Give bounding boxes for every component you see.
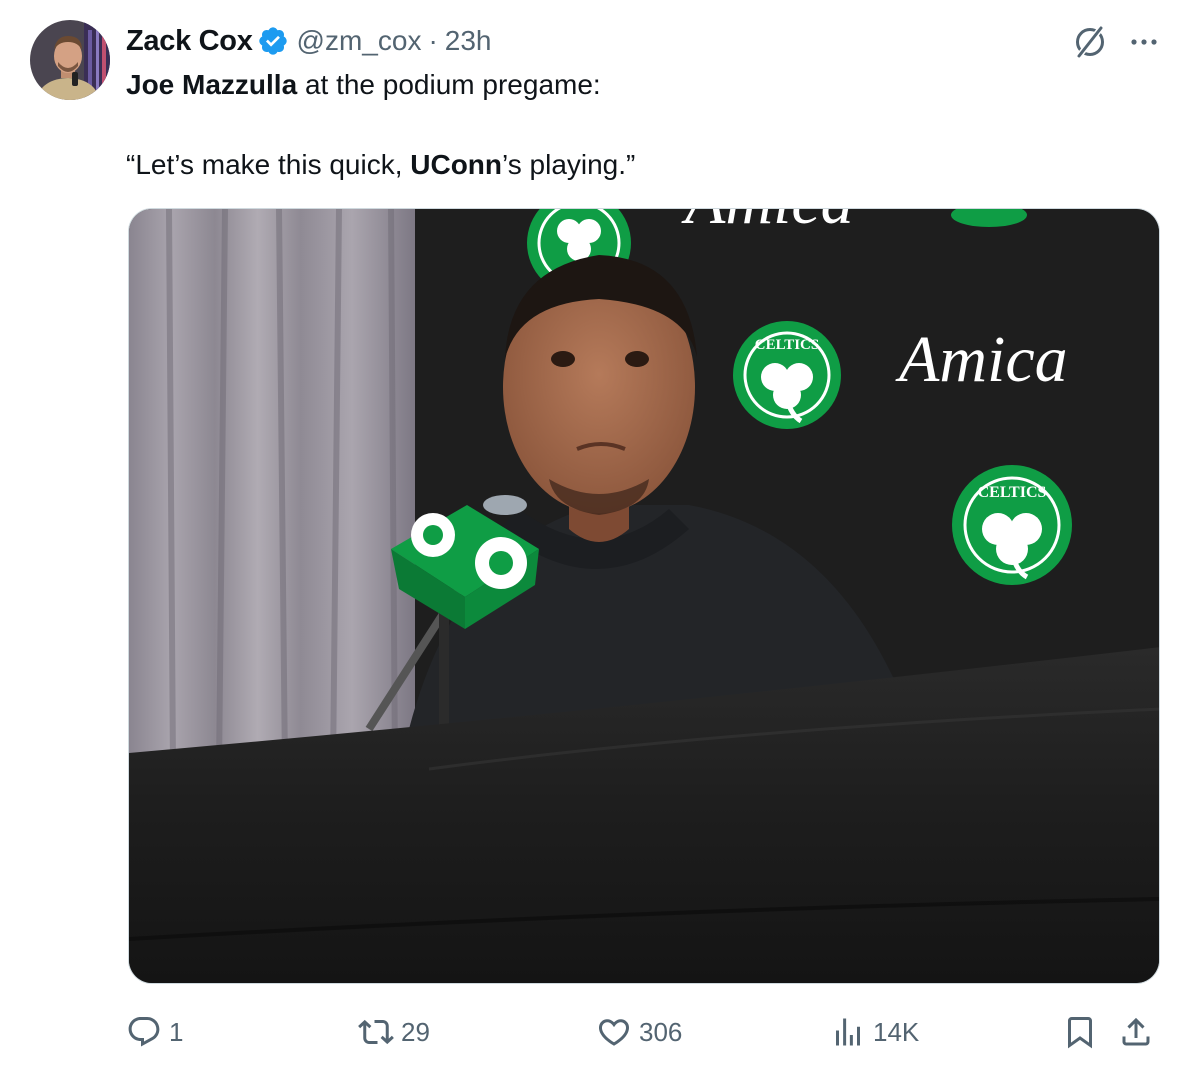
separator-dot: · [428,25,438,56]
action-bar: 1 29 306 14K [126,1008,1162,1056]
svg-text:CELTICS: CELTICS [755,337,819,353]
avatar[interactable] [30,20,110,100]
repost-icon [358,1019,394,1045]
tweet-photo[interactable]: CELTICS CELTICS Amica Amica [128,208,1160,984]
reply-button[interactable]: 1 [126,1008,183,1056]
bookmark-button[interactable] [1062,1008,1098,1056]
tweet-header: Zack Cox @zm_cox · 23h [126,24,492,58]
repost-count: 29 [401,1016,430,1047]
like-count: 306 [639,1016,683,1047]
more-icon[interactable] [1124,22,1164,62]
reply-icon [128,1017,160,1047]
author-handle[interactable]: @zm_cox [297,25,422,57]
views-icon [836,1018,860,1046]
celtics-logo: CELTICS [952,465,1072,585]
views-button[interactable]: 14K [830,1008,919,1056]
tweet-text: Joe Mazzulla at the podium pregame: “Let… [126,66,1166,184]
like-button[interactable]: 306 [596,1008,682,1056]
share-icon [1122,1017,1150,1046]
verified-badge-icon [258,27,287,55]
reply-count: 1 [169,1016,184,1047]
repost-button[interactable]: 29 [358,1008,430,1056]
tweet-text-line1: Joe Mazzulla at the podium pregame: [126,69,601,100]
quote-bold-word: UConn [410,149,503,180]
timestamp[interactable]: 23h [445,25,492,57]
svg-text:CELTICS: CELTICS [978,484,1047,501]
backdrop-wordmark: Amica [895,323,1068,396]
mention-bold-name: Joe Mazzulla [126,69,298,100]
bookmark-icon [1068,1017,1092,1049]
author-name[interactable]: Zack Cox [126,25,253,58]
share-button[interactable] [1118,1008,1154,1056]
like-icon [598,1019,630,1046]
grok-icon[interactable] [1070,22,1110,62]
celtics-logo: CELTICS [733,321,841,429]
views-count: 14K [873,1016,920,1047]
backdrop-wordmark: Amica [681,209,854,238]
tweet-quote: “Let’s make this quick, UConn’s playing.… [126,149,636,180]
